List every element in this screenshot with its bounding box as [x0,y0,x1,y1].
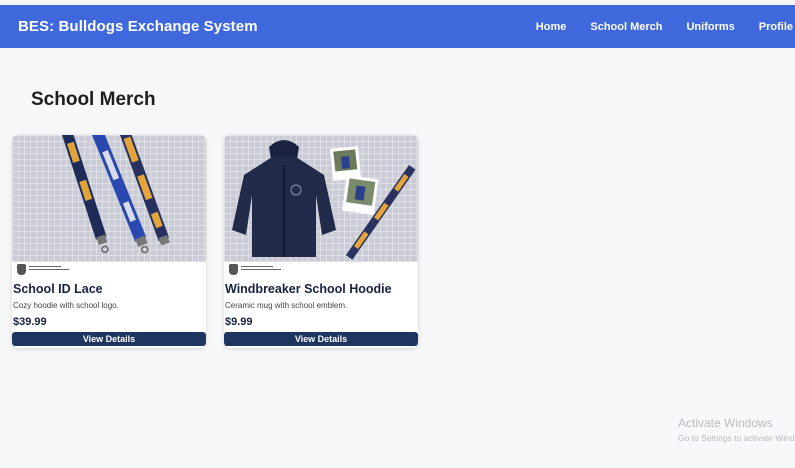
nav-uniforms[interactable]: Uniforms [686,21,734,33]
lanyards-illustration [60,135,170,254]
product-description: Cozy hoodie with school logo. [13,301,119,310]
product-image-lanyards[interactable] [12,135,206,262]
product-card: Windbreaker School Hoodie Ceramic mug wi… [224,135,418,348]
view-details-button[interactable]: View Details [224,332,418,346]
product-price: $9.99 [225,316,253,328]
watermark-title: Activate Windows [678,416,773,430]
product-image-hoodie[interactable] [224,135,418,262]
app-title[interactable]: BES: Bulldogs Exchange System [18,18,258,35]
school-logo-strip [224,262,418,278]
top-navbar: BES: Bulldogs Exchange System Home Schoo… [0,5,795,48]
view-details-button[interactable]: View Details [12,332,206,346]
product-description: Ceramic mug with school emblem. [225,301,348,310]
nav-school-merch[interactable]: School Merch [590,21,662,33]
product-card: School ID Lace Cozy hoodie with school l… [12,135,206,348]
nav-profile[interactable]: Profile [759,21,793,33]
product-name[interactable]: Windbreaker School Hoodie [225,282,392,296]
hoodie-illustration [232,140,416,260]
nav-home[interactable]: Home [536,21,567,33]
school-logo-strip [12,262,206,278]
school-crest-icon [17,264,26,275]
school-crest-icon [229,264,238,275]
activate-windows-watermark: Activate Windows Go to Settings to activ… [678,416,795,443]
page-title: School Merch [31,89,156,110]
product-name[interactable]: School ID Lace [13,282,103,296]
watermark-subtitle: Go to Settings to activate Windows. [678,433,795,443]
product-price: $39.99 [13,316,47,328]
nav-links: Home School Merch Uniforms Profile [512,5,795,48]
